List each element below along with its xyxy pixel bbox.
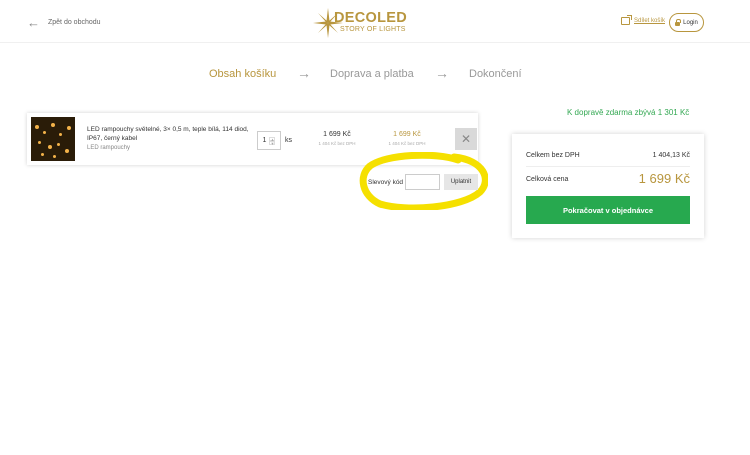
chevron-down-icon[interactable]: ▼ [269,140,276,145]
order-summary: Celkem bez DPH 1 404,13 Kč Celková cena … [512,134,704,238]
logo-title: DECOLED [334,10,407,26]
login-button[interactable]: Login [669,13,704,32]
line-total-price: 1 699 Kč [393,131,421,138]
quantity-value: 1 [262,137,267,144]
unit-price-ex-vat: 1 404 Kč bez DPH [318,141,356,146]
header-divider [0,42,750,43]
step-cart-content: Obsah košíku [209,68,277,80]
step-completion: Dokončení [469,68,522,80]
quantity-stepper[interactable]: 1 ▲ ▼ [257,131,281,150]
subtotal-label: Celkem bez DPH [526,152,580,159]
product-category: LED rampouchy [87,145,131,151]
lock-icon [675,18,682,26]
product-image[interactable] [31,117,75,161]
unit-price: 1 699 Kč [323,131,351,138]
quantity-unit: ks [285,137,292,144]
free-shipping-notice: K dopravě zdarma zbývá 1 301 Kč [567,108,690,117]
share-cart-link[interactable]: Sdílet košík [621,15,666,25]
back-to-shop-link[interactable]: ← Zpět do obchodu [27,16,101,29]
total-value: 1 699 Kč [638,171,690,186]
back-to-shop-label: Zpět do obchodu [48,19,101,26]
quantity-stepper-controls[interactable]: ▲ ▼ [269,136,276,145]
remove-item-button[interactable]: ✕ [455,128,477,150]
logo[interactable]: DECOLED STORY OF LIGHTS [313,6,408,42]
logo-subtitle: STORY OF LIGHTS [340,26,406,33]
line-total-ex-vat: 1 404 Kč bez DPH [388,141,426,146]
product-name-link[interactable]: LED rampouchy světelné, 3× 0,5 m, teple … [87,125,257,143]
total-label: Celková cena [526,176,569,183]
discount-code-label: Slevový kód [368,179,404,186]
subtotal-value: 1 404,13 Kč [652,152,690,159]
arrow-right-icon: → [435,65,449,81]
arrow-right-icon: → [297,65,311,81]
login-label: Login [683,19,698,26]
share-cart-label: Sdílet košík [634,18,666,24]
summary-divider [526,166,690,167]
step-shipping-payment: Doprava a platba [330,68,414,80]
continue-order-button[interactable]: Pokračovat v objednávce [526,196,690,224]
apply-discount-button[interactable]: Uplatnit [444,174,478,190]
discount-code-input[interactable] [405,174,440,190]
close-icon: ✕ [460,132,472,146]
arrow-left-icon: ← [27,15,40,30]
share-icon [621,15,632,25]
